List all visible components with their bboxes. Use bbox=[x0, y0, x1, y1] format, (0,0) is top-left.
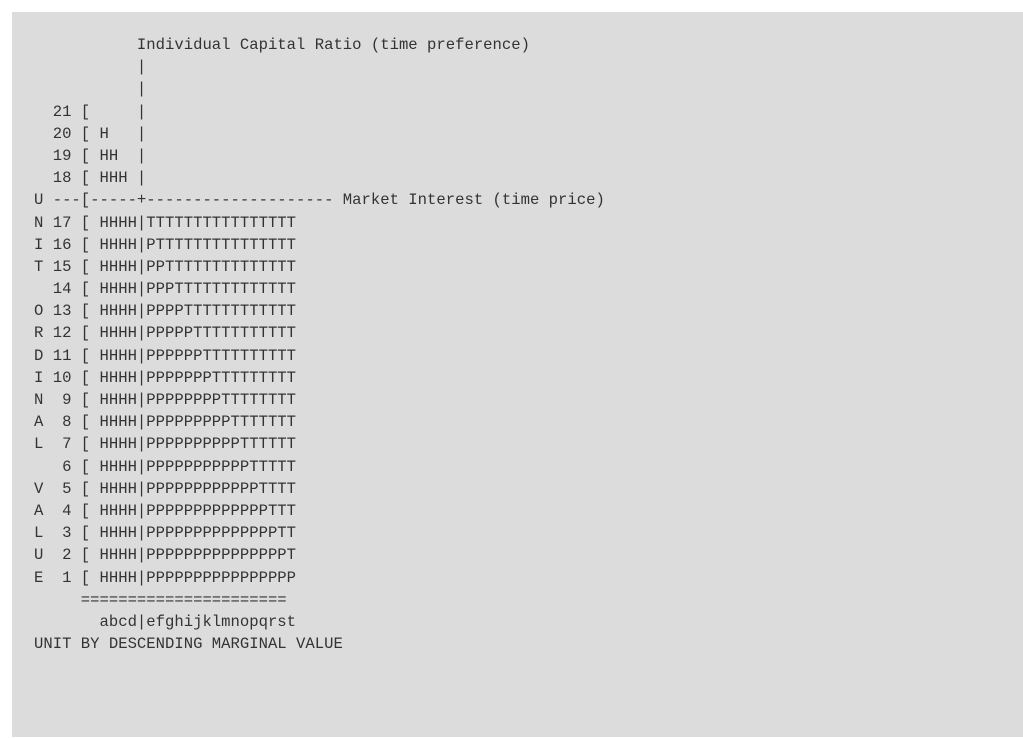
diagram-line: 14 [ HHHH|PPPTTTTTTTTTTTTT bbox=[34, 280, 297, 299]
diagram-line: L 7 [ HHHH|PPPPPPPPPPTTTTTT bbox=[34, 435, 297, 454]
diagram-line: R 12 [ HHHH|PPPPPTTTTTTTTTTT bbox=[34, 324, 297, 343]
diagram-line: L 3 [ HHHH|PPPPPPPPPPPPPPTT bbox=[34, 524, 297, 543]
diagram-line: U 2 [ HHHH|PPPPPPPPPPPPPPPT bbox=[34, 546, 297, 565]
diagram-line: N 17 [ HHHH|TTTTTTTTTTTTTTTT bbox=[34, 213, 297, 232]
diagram-line: O 13 [ HHHH|PPPPTTTTTTTTTTTT bbox=[34, 302, 297, 321]
diagram-line: I 10 [ HHHH|PPPPPPPTTTTTTTTT bbox=[34, 368, 297, 387]
diagram-axis-line: U ---[-----+-------------------- Market … bbox=[34, 191, 605, 210]
diagram-line: | bbox=[34, 80, 147, 99]
diagram-line: 6 [ HHHH|PPPPPPPPPPPTTTTT bbox=[34, 457, 297, 476]
diagram-line: A 4 [ HHHH|PPPPPPPPPPPPPTTT bbox=[34, 501, 297, 520]
diagram-line: N 9 [ HHHH|PPPPPPPPTTTTTTTT bbox=[34, 391, 297, 409]
diagram-line: I 16 [ HHHH|PTTTTTTTTTTTTTTT bbox=[34, 235, 297, 254]
diagram-line: 20 [ H | bbox=[34, 124, 147, 143]
diagram-line: | bbox=[34, 58, 147, 77]
diagram-line: 18 [ HHH | bbox=[34, 169, 147, 188]
diagram-title: Individual Capital Ratio (time preferenc… bbox=[34, 36, 530, 54]
code-panel: Individual Capital Ratio (time preferenc… bbox=[12, 12, 1023, 737]
diagram-line: T 15 [ HHHH|PPTTTTTTTTTTTTTT bbox=[34, 257, 297, 276]
diagram-x-labels: abcd|efghijklmnopqrst bbox=[34, 612, 297, 631]
diagram-baseline: ====================== bbox=[34, 590, 287, 609]
diagram-caption: UNIT BY DESCENDING MARGINAL VALUE bbox=[34, 635, 343, 654]
diagram-line: V 5 [ HHHH|PPPPPPPPPPPPTTTT bbox=[34, 479, 297, 498]
diagram-line: E 1 [ HHHH|PPPPPPPPPPPPPPPP bbox=[34, 568, 297, 587]
diagram-line: 21 [ | bbox=[34, 102, 147, 121]
diagram-line: D 11 [ HHHH|PPPPPPTTTTTTTTTT bbox=[34, 346, 297, 365]
diagram-line: 19 [ HH | bbox=[34, 146, 147, 165]
ascii-diagram: Individual Capital Ratio (time preferenc… bbox=[34, 34, 1023, 655]
diagram-line: A 8 [ HHHH|PPPPPPPPPTTTTTTT bbox=[34, 413, 297, 432]
